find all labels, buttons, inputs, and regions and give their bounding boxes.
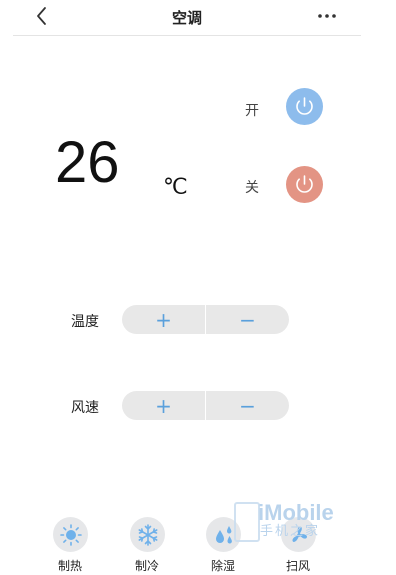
temperature-unit: ℃ — [163, 174, 188, 199]
sun-icon — [59, 523, 82, 546]
wind-speed-control-label: 风速 — [71, 400, 99, 416]
temperature-control-label: 温度 — [71, 314, 99, 330]
watermark-brand: iMobile — [258, 500, 334, 525]
header-divider — [13, 35, 361, 36]
mode-heat-label: 制热 — [57, 559, 82, 573]
more-horizontal-icon — [318, 14, 336, 18]
mode-cool-button[interactable] — [130, 517, 165, 552]
power-on-button[interactable] — [286, 88, 323, 125]
wind-speed-increase-button[interactable]: + — [122, 391, 205, 420]
snowflake-icon — [137, 523, 158, 546]
temperature-decrease-button[interactable]: − — [206, 305, 289, 334]
mode-dehumidify-label: 除湿 — [210, 559, 235, 573]
mode-cool-label: 制冷 — [134, 559, 159, 573]
mode-swing-label: 扫风 — [285, 559, 310, 573]
wind-speed-decrease-button[interactable]: − — [206, 391, 289, 420]
power-on-label: 开 — [245, 103, 259, 119]
watermark-frame — [234, 502, 260, 542]
power-icon — [296, 175, 313, 193]
temperature-increase-button[interactable]: + — [122, 305, 205, 334]
wind-speed-stepper: + − — [122, 391, 289, 420]
watermark-sub: 手机之家 — [260, 524, 321, 539]
power-icon — [296, 97, 313, 115]
watermark-logo: iMobile 手机之家 — [232, 500, 342, 544]
power-off-button[interactable] — [286, 166, 323, 203]
temperature-stepper: + − — [122, 305, 289, 334]
mode-heat-button[interactable] — [53, 517, 88, 552]
temperature-value: 26 — [55, 130, 120, 195]
header-bar: 空调 — [0, 0, 396, 36]
power-off-label: 关 — [245, 180, 259, 196]
more-button[interactable] — [314, 6, 340, 26]
